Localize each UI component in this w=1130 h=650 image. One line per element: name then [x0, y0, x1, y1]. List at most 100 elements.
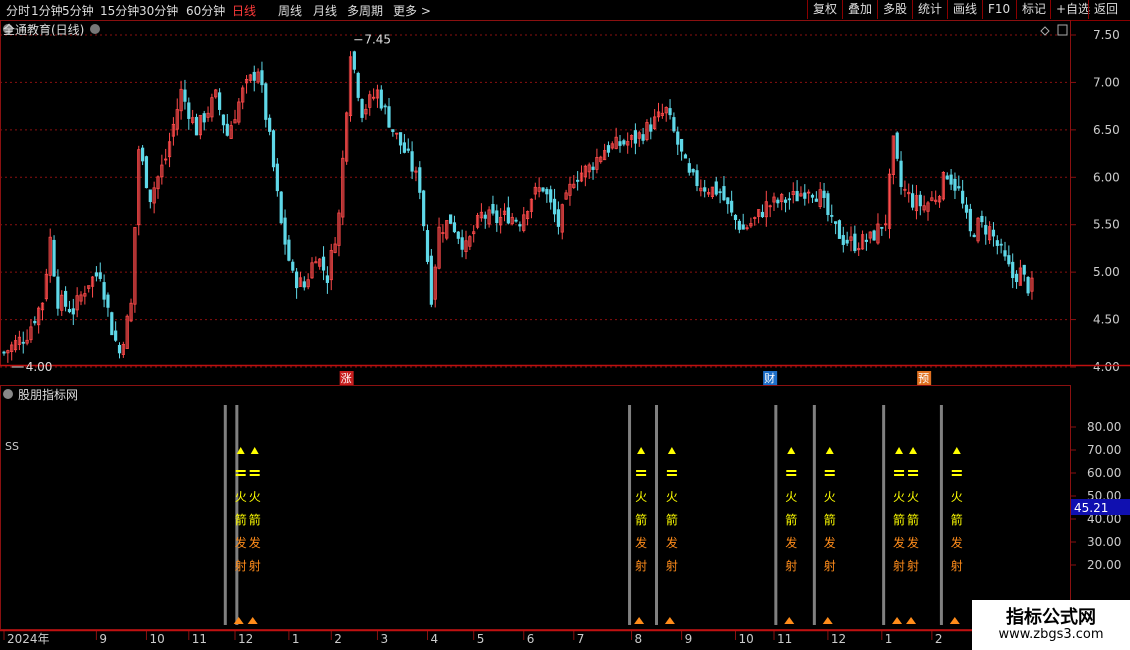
candle-body-192 — [741, 224, 745, 230]
candle-body-177 — [683, 154, 688, 159]
candle-body-160 — [618, 141, 622, 146]
period-tab-1[interactable]: 1分钟 — [31, 2, 63, 19]
date-tick-label-18: 2 — [935, 632, 943, 646]
event-tag-text-0: 涨 — [341, 372, 352, 385]
candle-body-131 — [506, 207, 510, 224]
candle-body-258 — [995, 240, 999, 246]
toolbar-button-0[interactable]: 复权 — [807, 0, 842, 19]
indicator-tick-label-6: 80.00 — [1087, 420, 1121, 434]
signal-char-0-1-2: 发 — [249, 535, 261, 550]
current-value-label: 45.21 — [1074, 501, 1108, 515]
price-tick-label-7: 7.50 — [1093, 28, 1120, 42]
signal-char-1-0-0: 火 — [635, 490, 647, 504]
candle-body-211 — [814, 198, 818, 202]
candle-body-36 — [140, 147, 145, 162]
signal-eq-top-5-0 — [894, 470, 905, 472]
candle-body-56 — [217, 92, 222, 110]
signal-char-2-0-3: 射 — [666, 558, 678, 573]
candle-body-168 — [649, 124, 653, 132]
toolbar-button-6[interactable]: 标记 — [1016, 0, 1051, 19]
candle-body-187 — [722, 186, 726, 201]
diamond-icon — [1040, 26, 1050, 36]
candle-body-69 — [268, 117, 272, 132]
period-tab-6[interactable]: 日线 — [232, 2, 256, 19]
signal-base-5-1 — [906, 617, 917, 624]
period-tab-3[interactable]: 15分钟 — [100, 2, 139, 19]
watermark-title: 指标公式网 — [1006, 607, 1096, 628]
candle-body-127 — [491, 204, 495, 214]
signal-eq-bot-0-0 — [235, 474, 246, 476]
candle-body-174 — [672, 117, 676, 132]
candle-body-263 — [1014, 273, 1019, 283]
candle-body-101 — [391, 129, 395, 133]
candle-body-203 — [783, 199, 788, 203]
signal-triangle-2-0 — [667, 447, 676, 454]
candle-body-71 — [275, 163, 279, 192]
candle-body-50 — [194, 116, 199, 136]
candle-body-47 — [183, 89, 187, 102]
candle-body-100 — [387, 106, 391, 128]
signal-base-0-1 — [247, 617, 258, 624]
period-tab-10[interactable]: 更多 > — [393, 2, 431, 19]
toolbar-button-4[interactable]: 画线 — [947, 0, 982, 19]
period-tab-7[interactable]: 周线 — [278, 2, 302, 19]
sub-panel-title: 股朋指标网 — [18, 387, 78, 402]
signal-eq-top-0-0 — [235, 470, 246, 472]
candle-body-78 — [302, 281, 306, 288]
signal-eq-top-3-0 — [786, 470, 797, 472]
price-tick-label-4: 6.00 — [1093, 170, 1120, 184]
candle-body-118 — [456, 231, 460, 239]
signal-char-3-0-0: 火 — [785, 490, 797, 504]
toolbar-button-5[interactable]: F10 — [982, 0, 1015, 19]
candle-body-228 — [880, 226, 884, 229]
candle-body-197 — [760, 211, 765, 218]
period-tab-2[interactable]: 5分钟 — [62, 2, 94, 19]
period-tab-0[interactable]: 分时 — [6, 2, 30, 19]
date-tick-label-12: 8 — [635, 632, 643, 646]
period-tab-4[interactable]: 30分钟 — [139, 2, 178, 19]
candle-body-191 — [737, 220, 741, 230]
candle-body-14 — [56, 276, 60, 309]
candle-body-149 — [576, 179, 580, 182]
candle-body-57 — [221, 114, 226, 126]
indicator-tick-label-4: 60.00 — [1087, 466, 1121, 480]
candle-body-92 — [356, 72, 360, 98]
indicator-signals: 火箭发射 火箭发射 火箭发射 火箭发射 火箭发射 火箭发射 火箭发射 火箭发射 火箭发射 — [223, 405, 963, 625]
toolbar-button-3[interactable]: 统计 — [912, 0, 947, 19]
period-tab-5[interactable]: 60分钟 — [186, 2, 225, 19]
period-tab-8[interactable]: 月线 — [313, 2, 337, 19]
signal-char-0-0-2: 发 — [235, 535, 247, 550]
signal-base-1-0 — [634, 617, 645, 624]
price-tick-label-6: 7.00 — [1093, 75, 1120, 89]
price-tick-label-0: 4.00 — [1093, 360, 1120, 374]
candle-body-259 — [999, 243, 1003, 246]
signal-char-5-0-1: 箭 — [893, 512, 905, 527]
indicator-tick-label-5: 70.00 — [1087, 443, 1121, 457]
signal-char-6-0-2: 发 — [951, 535, 963, 550]
candle-body-255 — [984, 224, 988, 235]
candle-body-8 — [33, 320, 37, 324]
candle-body-105 — [406, 148, 410, 151]
period-tab-9[interactable]: 多周期 — [347, 2, 383, 19]
signal-eq-bot-4-0 — [824, 474, 835, 476]
watermark: 指标公式网 www.zbgs3.com — [972, 600, 1130, 650]
signal-char-5-0-0: 火 — [893, 490, 905, 504]
signal-triangle-3-0 — [787, 447, 796, 454]
sub-title-toggle-icon — [3, 389, 13, 399]
signal-char-0-1-3: 射 — [249, 558, 261, 573]
charts-svg: 4.004.505.005.506.006.507.007.50 火箭发射火箭发… — [0, 20, 1130, 646]
toolbar-button-1[interactable]: 叠加 — [842, 0, 877, 19]
toolbar-button-8[interactable]: 返回 — [1088, 0, 1123, 19]
toolbar-button-2[interactable]: 多股 — [877, 0, 912, 19]
candle-body-5 — [21, 341, 25, 344]
signal-char-3-0-3: 射 — [785, 558, 797, 573]
candle-body-29 — [114, 330, 118, 341]
date-tick-label-15: 11 — [777, 632, 792, 646]
date-axis: 2024年 9 10 11 12 1 2 3 4 5 6 7 8 9 10 11 12 1 2 — [3, 630, 943, 646]
sub-panel-border — [0, 385, 1071, 630]
candle-body-125 — [483, 214, 487, 219]
candle-body-30 — [117, 344, 122, 354]
signal-char-4-0-2: 发 — [824, 535, 836, 550]
signal-eq-top-2-0 — [666, 470, 677, 472]
candle-body-17 — [67, 308, 72, 313]
